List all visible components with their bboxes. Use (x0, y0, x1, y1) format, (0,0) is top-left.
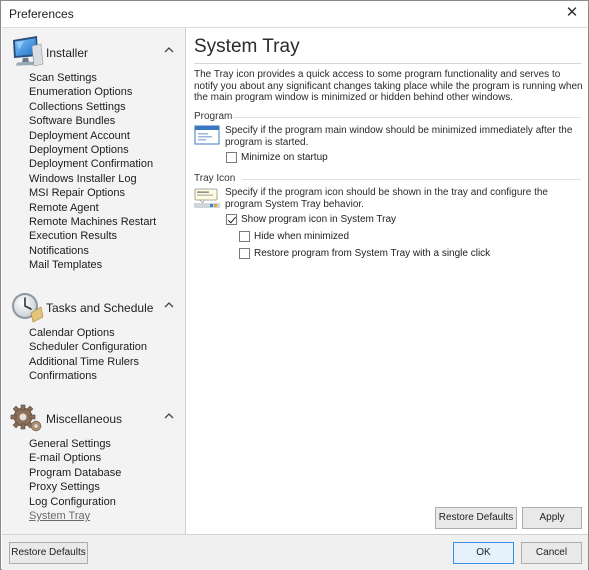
restore-single-click-checkbox[interactable]: Restore program from System Tray with a … (239, 246, 490, 260)
ok-button[interactable]: OK (453, 542, 514, 564)
sidebar-item-remote-agent[interactable]: Remote Agent (29, 201, 179, 215)
page-description: The Tray icon provides a quick access to… (194, 69, 583, 104)
program-group-description: Specify if the program main window shoul… (225, 125, 573, 148)
sidebar-item-deployment-options[interactable]: Deployment Options (29, 143, 179, 157)
checkbox-box[interactable] (226, 213, 237, 225)
chevron-up-icon[interactable] (162, 43, 176, 57)
sidebar-item-enumeration-options[interactable]: Enumeration Options (29, 85, 179, 99)
sidebar-item-calendar-options[interactable]: Calendar Options (29, 326, 179, 340)
tray-group-description: Specify if the program icon should be sh… (225, 187, 548, 210)
title-bar: Preferences ✕ (1, 1, 588, 27)
show-tray-icon-checkbox[interactable]: Show program icon in System Tray (226, 212, 396, 226)
group-divider (242, 179, 581, 180)
sidebar-item-deployment-confirmation[interactable]: Deployment Confirmation (29, 157, 179, 171)
checkbox-box[interactable] (239, 230, 250, 242)
tasks-nav-list: Calendar Options Scheduler Configuration… (29, 326, 179, 384)
installer-nav-list: Scan Settings Enumeration Options Collec… (29, 71, 179, 272)
page-title: System Tray (194, 36, 300, 57)
sidebar-item-software-bundles[interactable]: Software Bundles (29, 114, 179, 128)
sidebar-item-msi-repair-options[interactable]: MSI Repair Options (29, 186, 179, 200)
checkbox-box[interactable] (239, 247, 250, 259)
sidebar-item-program-database[interactable]: Program Database (29, 466, 179, 480)
sidebar-item-general-settings[interactable]: General Settings (29, 437, 179, 451)
sidebar: Installer Scan Settings Enumeration Opti… (2, 28, 186, 534)
footer-restore-defaults-button[interactable]: Restore Defaults (9, 542, 88, 564)
tray-notification-icon (194, 188, 220, 208)
close-icon[interactable]: ✕ (562, 4, 582, 22)
sidebar-item-remote-machines-restart[interactable]: Remote Machines Restart (29, 215, 179, 229)
hide-when-minimized-checkbox[interactable]: Hide when minimized (239, 229, 349, 243)
title-divider (194, 63, 581, 64)
sidebar-item-deployment-account[interactable]: Deployment Account (29, 129, 179, 143)
sidebar-item-scheduler-configuration[interactable]: Scheduler Configuration (29, 340, 179, 354)
dialog-body: Installer Scan Settings Enumeration Opti… (2, 27, 588, 534)
misc-nav-list: General Settings E-mail Options Program … (29, 437, 179, 523)
apply-button[interactable]: Apply (522, 507, 582, 529)
sidebar-section-title: Tasks and Schedule (46, 301, 154, 315)
window-icon (194, 125, 220, 145)
checkbox-label: Show program icon in System Tray (241, 213, 397, 225)
sidebar-item-windows-installer-log[interactable]: Windows Installer Log (29, 172, 179, 186)
sidebar-item-email-options[interactable]: E-mail Options (29, 451, 179, 465)
sidebar-section-installer[interactable]: Installer (2, 34, 186, 70)
chevron-up-icon[interactable] (162, 298, 176, 312)
content-panel: System Tray The Tray icon provides a qui… (187, 28, 588, 534)
checkbox-label: Minimize on startup (241, 151, 328, 163)
sidebar-item-execution-results[interactable]: Execution Results (29, 229, 179, 243)
restore-defaults-button[interactable]: Restore Defaults (435, 507, 517, 529)
group-label-program: Program (194, 111, 233, 122)
minimize-on-startup-checkbox[interactable]: Minimize on startup (226, 150, 328, 164)
dialog-footer: Restore Defaults OK Cancel (2, 534, 588, 570)
checkbox-label: Restore program from System Tray with a … (254, 247, 491, 259)
sidebar-section-title: Installer (46, 46, 89, 60)
preferences-window: Preferences ✕ Installer Scan Settings En… (0, 0, 589, 570)
sidebar-section-tasks-and-schedule[interactable]: Tasks and Schedule (2, 289, 186, 325)
group-divider (233, 117, 581, 118)
sidebar-item-proxy-settings[interactable]: Proxy Settings (29, 480, 179, 494)
checkbox-box[interactable] (226, 151, 237, 163)
sidebar-item-additional-time-rulers[interactable]: Additional Time Rulers (29, 355, 179, 369)
clock-icon (12, 293, 44, 323)
sidebar-item-scan-settings[interactable]: Scan Settings (29, 71, 179, 85)
sidebar-item-notifications[interactable]: Notifications (29, 244, 179, 258)
sidebar-item-system-tray[interactable]: System Tray (29, 509, 179, 523)
chevron-up-icon[interactable] (162, 409, 176, 423)
computer-monitor-icon (13, 36, 44, 67)
sidebar-item-confirmations[interactable]: Confirmations (29, 369, 179, 383)
window-title: Preferences (9, 7, 74, 21)
sidebar-section-title: Miscellaneous (46, 412, 123, 426)
sidebar-section-miscellaneous[interactable]: Miscellaneous (2, 400, 186, 436)
sidebar-item-collections-settings[interactable]: Collections Settings (29, 100, 179, 114)
group-label-tray-icon: Tray Icon (194, 173, 236, 184)
sidebar-item-log-configuration[interactable]: Log Configuration (29, 495, 179, 509)
sidebar-item-mail-templates[interactable]: Mail Templates (29, 258, 179, 272)
gears-icon (10, 404, 42, 432)
checkbox-label: Hide when minimized (254, 230, 350, 242)
cancel-button[interactable]: Cancel (521, 542, 582, 564)
